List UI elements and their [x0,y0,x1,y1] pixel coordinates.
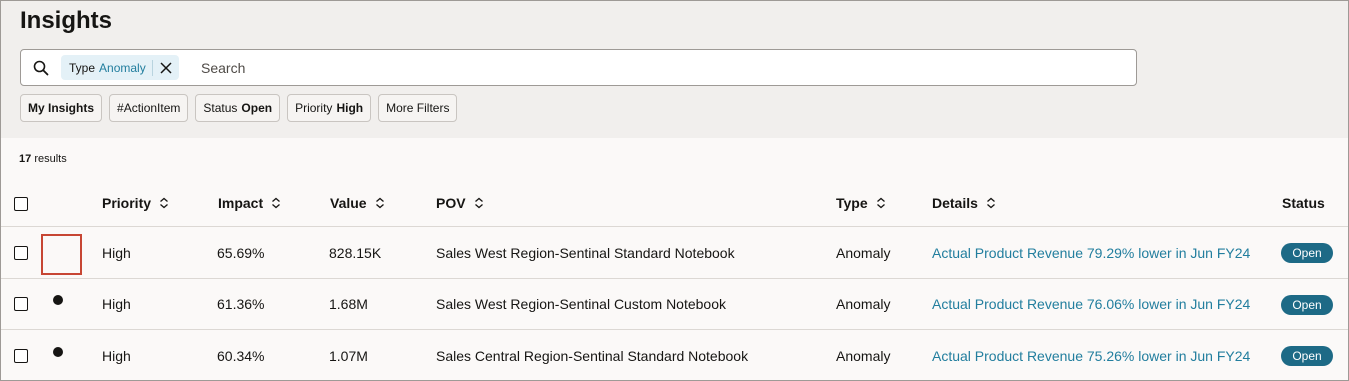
cell-priority: High [102,348,131,364]
column-header-priority[interactable]: Priority [102,195,169,211]
cell-impact: 61.36% [217,296,265,312]
cell-type: Anomaly [836,296,891,312]
column-header-status: Status [1282,195,1325,211]
search-bar[interactable]: Type Anomaly [20,49,1137,86]
details-link[interactable]: Actual Product Revenue 76.06% lower in J… [932,296,1250,312]
cell-value: 1.68M [329,296,368,312]
unread-indicator-icon [53,347,63,357]
page-title: Insights [20,7,113,34]
filter-more[interactable]: More Filters [378,94,458,122]
cell-pov: Sales West Region-Sentinal Standard Note… [436,245,735,261]
cell-priority: High [102,296,131,312]
row-divider [1,278,1348,279]
results-label: results [34,153,67,165]
sort-icon [375,197,384,209]
column-label: POV [436,195,466,211]
chip-value: Anomaly [99,60,146,75]
details-link[interactable]: Actual Product Revenue 79.29% lower in J… [932,245,1250,261]
cell-pov: Sales West Region-Sentinal Custom Notebo… [436,296,727,312]
cell-pov: Sales Central Region-Sentinal Standard N… [436,348,749,364]
sort-icon [986,197,995,209]
details-link[interactable]: Actual Product Revenue 75.26% lower in J… [932,348,1250,364]
column-label: Type [836,195,868,211]
sort-icon [474,197,483,209]
column-label: Priority [102,195,152,211]
close-icon [160,61,172,74]
row-divider [1,329,1348,330]
column-header-type[interactable]: Type [836,195,886,211]
filter-action-item[interactable]: #ActionItem [109,94,189,122]
filter-label: Status [203,101,238,115]
filter-status[interactable]: Status Open [195,94,281,122]
chip-remove-button[interactable] [153,55,179,80]
filter-bar: My Insights #ActionItem Status Open Prio… [20,94,458,122]
column-header-impact[interactable]: Impact [218,195,281,211]
filter-my-insights[interactable]: My Insights [20,94,103,122]
column-label: Value [330,195,367,211]
cell-value: 1.07M [329,348,368,364]
cell-priority: High [102,245,131,261]
cell-impact: 60.34% [217,348,265,364]
column-label: Impact [218,195,264,211]
filter-chip-type: Type Anomaly [61,55,179,80]
results-count: 17 results [19,153,67,165]
column-header-pov[interactable]: POV [436,195,484,211]
status-badge: Open [1281,243,1333,263]
filter-label: Priority [295,101,333,115]
chip-key: Type [69,60,96,75]
row-divider [1,226,1348,227]
filter-priority[interactable]: Priority High [287,94,372,122]
results-number: 17 [19,153,32,165]
search-icon [33,60,49,76]
row-checkbox[interactable] [14,297,28,311]
row-checkbox[interactable] [14,349,28,363]
sort-icon [160,197,168,209]
unread-indicator-icon [53,295,63,305]
sort-icon [876,197,885,209]
filter-label: #ActionItem [117,101,181,115]
filter-label: More Filters [386,101,450,115]
column-header-details[interactable]: Details [932,195,996,211]
status-badge: Open [1281,295,1333,315]
row-focus-indicator [41,234,82,275]
select-all-checkbox[interactable] [14,197,28,211]
filter-value: High [336,101,364,115]
column-label: Status [1282,195,1325,211]
cell-value: 828.15K [329,245,382,261]
page-header: Insights Type Anomaly My Insights #Actio… [1,1,1348,138]
cell-type: Anomaly [836,245,891,261]
cell-impact: 65.69% [217,245,265,261]
column-label: Details [932,195,978,211]
filter-value: Open [241,101,273,115]
status-badge: Open [1281,346,1333,366]
search-input[interactable] [201,58,1101,78]
cell-type: Anomaly [836,348,891,364]
sort-icon [272,197,281,209]
column-header-value[interactable]: Value [330,195,385,211]
filter-label: My Insights [28,101,95,115]
row-checkbox[interactable] [14,246,28,260]
